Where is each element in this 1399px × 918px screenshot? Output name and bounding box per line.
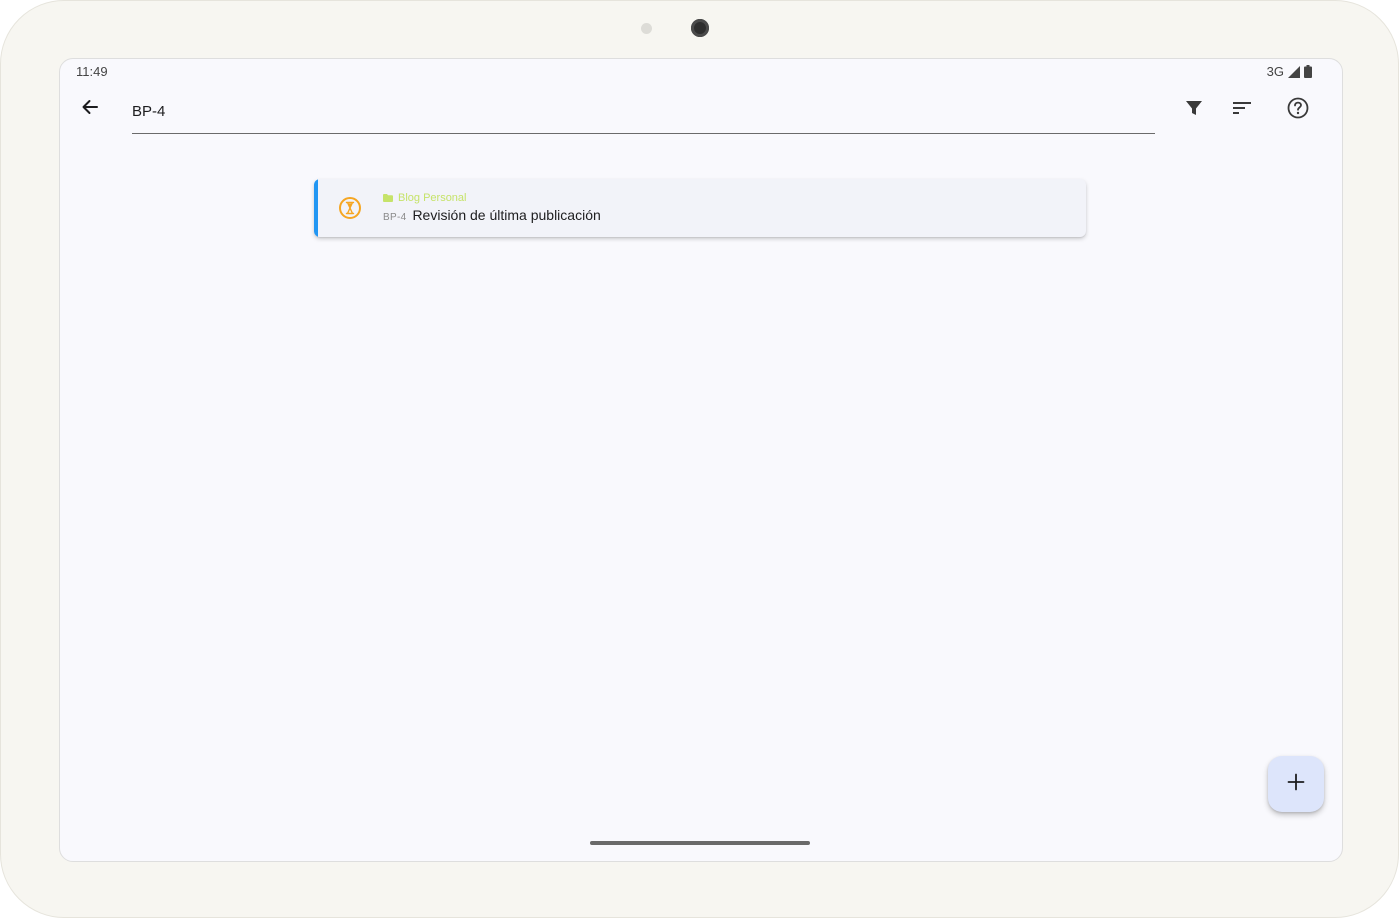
project-name: Blog Personal [398,192,467,204]
screen: 11:49 3G BP-4 Blog Personal BP-4 Revisió… [59,58,1343,862]
project-row: Blog Personal [383,189,467,207]
add-task-button[interactable] [1268,756,1324,812]
front-camera [691,19,709,37]
task-card[interactable]: Blog Personal BP-4 Revisión de última pu… [314,179,1086,237]
status-indicators: 3G [1267,64,1312,79]
app-bar [60,85,1342,145]
status-time: 11:49 [76,64,108,79]
network-type: 3G [1266,64,1284,79]
cell-signal-icon [1288,65,1300,78]
folder-icon [383,189,393,207]
filter-button[interactable] [1179,95,1209,125]
task-card-accent [314,179,318,237]
sort-button[interactable] [1227,95,1257,125]
search-input[interactable] [132,91,1155,131]
task-title-row: BP-4 Revisión de última publicación [383,207,601,223]
battery-icon [1304,65,1312,78]
help-button[interactable] [1283,95,1313,125]
arrow-left-icon [80,97,100,122]
tablet-frame: 11:49 3G BP-4 Blog Personal BP-4 Revisió… [0,0,1399,918]
back-button[interactable] [74,93,106,125]
light-sensor [641,23,652,34]
status-bar: 11:49 3G [60,59,1342,85]
sort-icon [1232,100,1252,121]
home-indicator[interactable] [590,841,810,845]
search-field[interactable] [132,91,1155,134]
hourglass-icon[interactable] [338,196,362,220]
help-circle-icon [1287,97,1309,124]
filter-icon [1185,99,1203,122]
plus-icon [1287,773,1305,796]
task-title: Revisión de última publicación [412,207,601,223]
task-key: BP-4 [383,212,407,223]
